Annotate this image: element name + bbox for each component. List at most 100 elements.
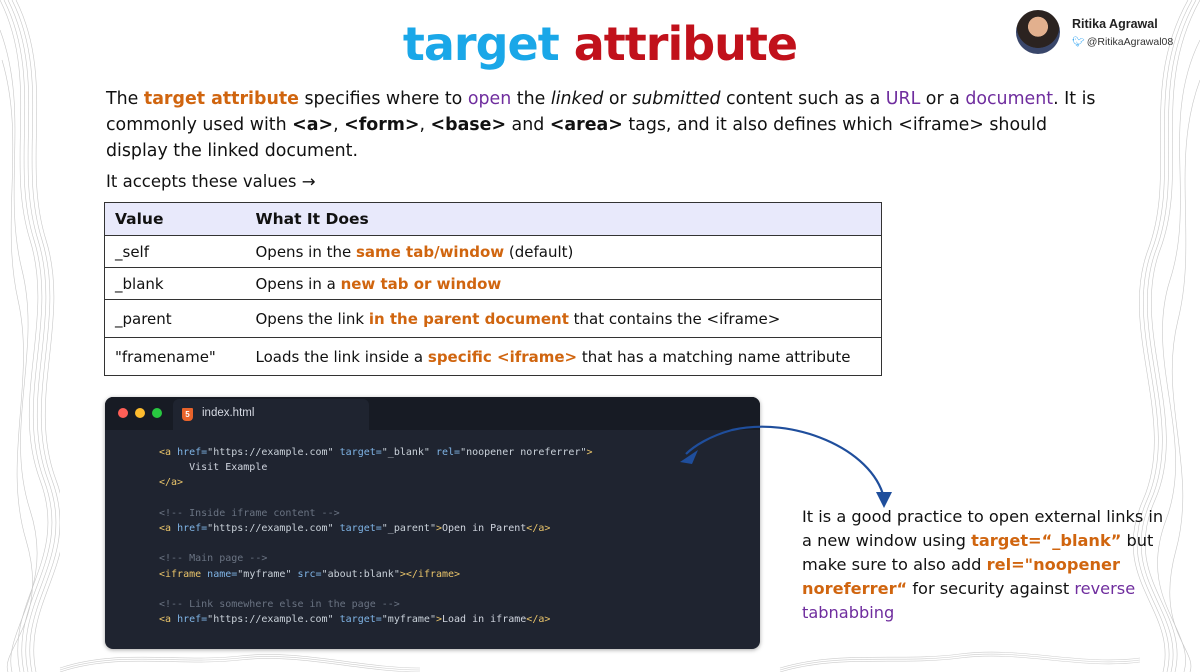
code-string: "noopener noreferrer" — [460, 447, 587, 458]
author-name: Ritika Agrawal — [1072, 17, 1158, 31]
code-attribute: target= — [333, 447, 382, 458]
code-string: "https://example.com" — [207, 614, 334, 626]
cell-highlight: same tab/window — [355, 242, 505, 261]
table-row: _parent Opens the link in the parent doc… — [104, 299, 882, 338]
note-highlight-target-blank: target=“_blank” — [971, 531, 1122, 550]
cell-highlight: new tab or window — [340, 274, 502, 293]
code-line: Visit Example — [159, 462, 268, 474]
cell-text: Opens in the — [255, 242, 356, 261]
intro-text: The — [106, 89, 144, 109]
column-header-what-it-does: What It Does — [245, 202, 882, 236]
code-tag: <a — [159, 523, 172, 535]
intro-text: and — [506, 115, 550, 135]
cell-highlight: specific <iframe> — [427, 347, 578, 366]
code-tag: </a> — [526, 523, 551, 535]
intro-text: or — [603, 89, 633, 109]
cell-value: "framename" — [104, 337, 246, 376]
code-text: Open in Parent — [442, 523, 527, 535]
code-string: "_parent" — [381, 523, 436, 535]
code-comment: <!-- Link somewhere else in the page --> — [159, 599, 400, 611]
table-row: _self Opens in the same tab/window (defa… — [104, 235, 882, 268]
close-window-dot[interactable] — [118, 408, 128, 418]
code-line: <a href="https://example.com" target="_p… — [159, 523, 550, 534]
intro-text: the — [511, 89, 551, 109]
code-block: <a href="https://example.com" target="_b… — [159, 445, 593, 627]
code-attribute: target= — [333, 523, 382, 535]
code-attribute: href= — [171, 614, 208, 626]
editor-title-bar: 5 index.html — [105, 397, 760, 430]
cell-text: Opens in a — [255, 274, 341, 293]
title-word-target: target — [402, 17, 560, 71]
code-attribute: target= — [333, 614, 382, 626]
column-header-value: Value — [104, 202, 246, 236]
cell-description: Loads the link inside a specific <iframe… — [245, 337, 882, 376]
cell-highlight: in the parent document — [368, 309, 569, 328]
code-attribute: rel= — [429, 447, 461, 458]
note-text: for security against — [907, 579, 1075, 598]
intro-highlight-target-attribute: target attribute — [143, 89, 299, 109]
code-line: <a href="https://example.com" target="my… — [159, 614, 550, 625]
table-header-row: Value What It Does — [104, 202, 882, 236]
code-tag: </a> — [526, 614, 551, 626]
cell-text: (default) — [504, 242, 574, 261]
intro-tag-base: <base> — [430, 115, 507, 135]
intro-text: , — [419, 115, 431, 135]
intro-paragraph: The target attribute specifies where to … — [106, 86, 1106, 164]
table-row: _blank Opens in a new tab or window — [104, 267, 882, 300]
cell-value: _parent — [104, 299, 246, 338]
intro-text: specifies where to — [298, 89, 468, 109]
title-word-attribute: attribute — [573, 17, 798, 71]
code-string: "myframe" — [381, 614, 436, 626]
cell-text: that has a matching name attribute — [577, 347, 851, 366]
html5-icon: 5 — [182, 408, 193, 421]
code-line: </a> — [159, 477, 184, 489]
code-tag: <a — [159, 447, 172, 458]
code-string: "_blank" — [381, 447, 430, 458]
values-table: Value What It Does _self Opens in the sa… — [104, 202, 882, 376]
code-line: <a href="https://example.com" target="_b… — [159, 447, 593, 458]
cell-text: that contains the <iframe> — [568, 309, 781, 328]
cell-description: Opens in a new tab or window — [245, 267, 882, 300]
table-row: "framename" Loads the link inside a spec… — [104, 337, 882, 376]
code-attribute: href= — [171, 447, 208, 458]
intro-tag-a: <a> — [292, 115, 334, 135]
best-practice-note: It is a good practice to open external l… — [802, 505, 1172, 625]
cell-description: Opens in the same tab/window (default) — [245, 235, 882, 268]
cell-value: _self — [104, 235, 246, 268]
intro-text: content such as a — [720, 89, 886, 109]
code-attribute: src= — [291, 568, 322, 580]
code-tag: <a — [159, 614, 172, 626]
code-text: Load in iframe — [442, 614, 527, 626]
intro-tag-area: <area> — [549, 115, 623, 135]
cell-value: _blank — [104, 267, 246, 300]
code-tag: <iframe — [159, 568, 202, 580]
curved-arrow-icon — [680, 425, 892, 508]
code-attribute: href= — [171, 523, 208, 535]
code-string: "about:blank" — [321, 568, 400, 580]
intro-highlight-open: open — [467, 89, 512, 109]
cell-text: Opens the link — [255, 309, 369, 328]
cell-text: Loads the link inside a — [255, 347, 428, 366]
code-attribute: name= — [201, 568, 238, 580]
twitter-bird-icon: 🐦︎ — [1072, 37, 1085, 48]
code-tag: ></iframe> — [399, 568, 461, 580]
intro-text: or a — [920, 89, 966, 109]
cell-description: Opens the link in the parent document th… — [245, 299, 882, 338]
avatar — [1016, 10, 1060, 54]
code-editor-window: 5 index.html <a href="https://example.co… — [105, 397, 760, 649]
accepts-values-label: It accepts these values → — [106, 172, 316, 191]
code-string: "https://example.com" — [207, 523, 334, 535]
intro-highlight-url: URL — [885, 89, 921, 109]
editor-tab-index-html[interactable]: 5 index.html — [173, 399, 369, 430]
author-badge: Ritika Agrawal 🐦︎ @RitikaAgrawal08 — [1014, 8, 1184, 56]
intro-italic-submitted: submitted — [632, 89, 721, 109]
intro-tag-form: <form> — [344, 115, 420, 135]
minimize-window-dot[interactable] — [135, 408, 145, 418]
intro-italic-linked: linked — [550, 89, 604, 109]
editor-tab-label: index.html — [202, 407, 255, 419]
code-comment: <!-- Inside iframe content --> — [159, 507, 340, 519]
author-handle-row: 🐦︎ @RitikaAgrawal08 — [1072, 36, 1173, 48]
code-tag: > — [586, 447, 593, 458]
maximize-window-dot[interactable] — [152, 408, 162, 418]
intro-highlight-document: document — [965, 89, 1054, 109]
